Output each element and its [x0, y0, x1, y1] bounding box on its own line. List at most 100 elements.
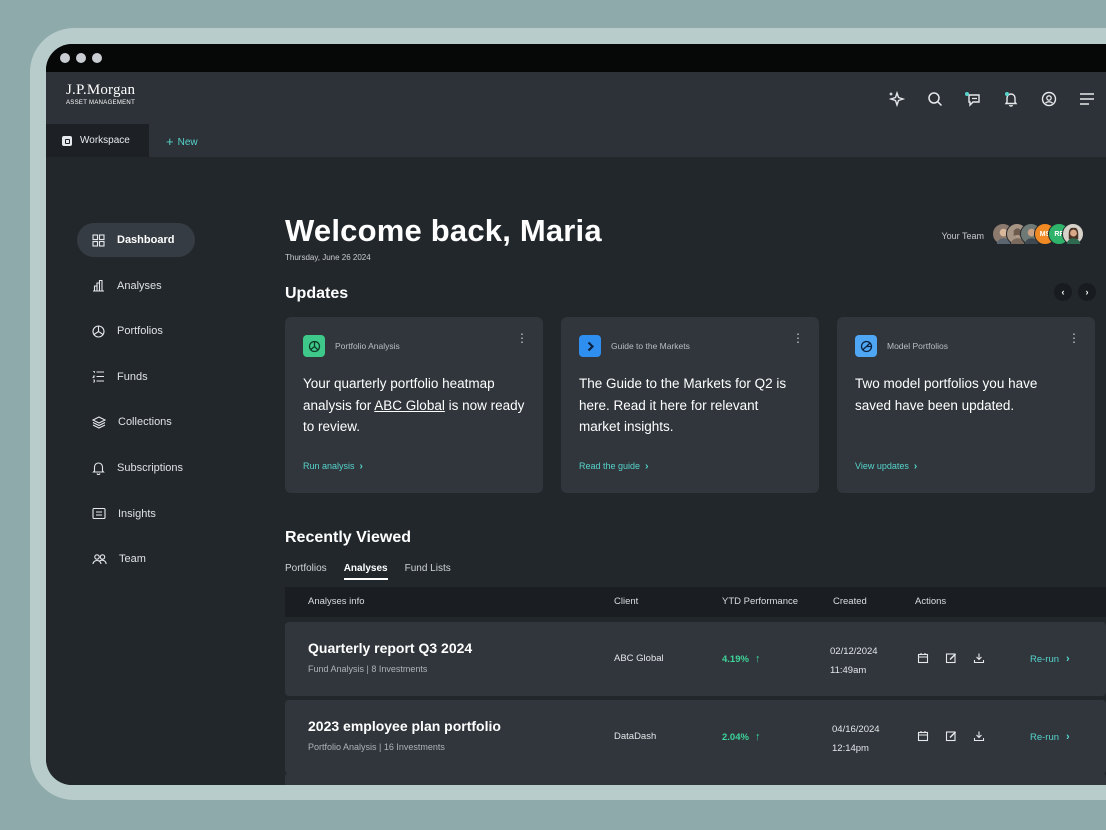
page-title: Welcome back, Maria — [285, 213, 602, 248]
sidebar-item-portfolios[interactable]: Portfolios — [77, 314, 247, 348]
analysis-title[interactable]: 2023 employee plan portfolio — [308, 718, 501, 734]
new-tab-button[interactable]: + New — [166, 134, 198, 149]
sidebar-item-dashboard[interactable]: Dashboard — [77, 223, 195, 257]
team-avatar-group[interactable]: MS RF — [992, 223, 1084, 245]
card-text: Two model portfolios you have saved have… — [855, 376, 1038, 413]
card-tag: Model Portfolios — [887, 341, 948, 351]
column-header[interactable]: Analyses info — [308, 596, 365, 607]
brand-name: J.P.Morgan — [66, 82, 136, 98]
sidebar-item-funds[interactable]: Funds — [77, 360, 247, 394]
update-card-portfolio-analysis[interactable]: Portfolio Analysis ⋮ Your quarterly port… — [285, 317, 543, 493]
row-actions — [917, 652, 985, 664]
table-row[interactable] — [285, 773, 1106, 785]
chevron-right-icon[interactable]: › — [1078, 283, 1096, 301]
card-text: Your quarterly portfolio heatmap analysi… — [303, 373, 525, 438]
created-time: 12:14pm — [832, 743, 869, 754]
arrow-up-icon: ↑ — [754, 731, 761, 743]
notification-icon[interactable] — [992, 88, 1030, 110]
table-header: Analyses info Client YTD Performance Cre… — [285, 587, 1106, 617]
tab-fund-lists[interactable]: Fund Lists — [405, 563, 451, 580]
brand-subtitle: ASSET MANAGEMENT — [66, 100, 136, 106]
sidebar-item-team[interactable]: Team — [77, 542, 247, 576]
run-analysis-link[interactable]: Run analysis › — [303, 461, 363, 472]
update-card-guide[interactable]: Guide to the Markets ⋮ The Guide to the … — [561, 317, 819, 493]
sparkle-icon[interactable] — [878, 88, 916, 110]
created-time: 11:49am — [830, 665, 867, 676]
chevron-right-icon: › — [913, 461, 918, 472]
column-header[interactable]: Client — [614, 596, 638, 607]
created-day: 02/12/2024 — [830, 646, 878, 657]
insights-icon — [92, 508, 106, 520]
sidebar-item-label: Subscriptions — [117, 461, 184, 474]
card-header: Model Portfolios — [855, 335, 1077, 357]
read-guide-link[interactable]: Read the guide › — [579, 461, 648, 472]
window-close-button[interactable] — [60, 53, 70, 63]
chevron-right-icon: › — [1066, 653, 1070, 665]
ytd-performance: 4.19% ↑ — [722, 653, 760, 665]
team-icon — [92, 553, 107, 564]
more-options-icon[interactable]: ⋮ — [516, 331, 528, 345]
update-card-model-portfolios[interactable]: Model Portfolios ⋮ Two model portfolios … — [837, 317, 1095, 493]
view-updates-link[interactable]: View updates › — [855, 461, 917, 472]
window-maximize-button[interactable] — [92, 53, 102, 63]
sidebar-item-label: Dashboard — [117, 234, 175, 246]
sidebar-item-label: Portfolios — [117, 325, 163, 338]
avatar[interactable] — [1062, 223, 1084, 245]
created-date: 02/12/2024 11:49am — [830, 642, 878, 680]
search-icon[interactable] — [916, 88, 954, 110]
window-minimize-button[interactable] — [76, 53, 86, 63]
more-options-icon[interactable]: ⋮ — [1068, 331, 1080, 345]
card-tag: Portfolio Analysis — [335, 341, 400, 351]
rerun-button[interactable]: Re-run › — [1030, 731, 1070, 743]
column-header[interactable]: YTD Performance — [722, 596, 798, 607]
sidebar-item-subscriptions[interactable]: Subscriptions — [77, 451, 247, 485]
menu-icon[interactable] — [1068, 88, 1106, 110]
column-header[interactable]: Created — [833, 596, 867, 607]
main-content: Dashboard Analyses Portfolios Funds Coll… — [46, 157, 1106, 785]
pie-chart-icon — [303, 335, 325, 357]
analysis-title[interactable]: Quarterly report Q3 2024 — [308, 640, 472, 656]
calendar-icon[interactable] — [917, 652, 929, 664]
tab-analyses[interactable]: Analyses — [343, 563, 388, 580]
chat-icon[interactable] — [954, 88, 992, 110]
tab-workspace[interactable]: Workspace — [46, 124, 149, 157]
edit-icon[interactable] — [945, 730, 957, 742]
new-tab-label: New — [177, 137, 198, 148]
table-row[interactable]: Quarterly report Q3 2024 Fund Analysis |… — [285, 622, 1106, 696]
ytd-performance: 2.04% ↑ — [722, 731, 760, 743]
rerun-label: Re-run — [1030, 732, 1060, 743]
calendar-icon[interactable] — [917, 730, 929, 742]
tab-portfolios[interactable]: Portfolios — [285, 563, 327, 580]
updates-cards: Portfolio Analysis ⋮ Your quarterly port… — [285, 317, 1095, 493]
recently-viewed-heading: Recently Viewed — [285, 529, 411, 546]
tab-workspace-label: Workspace — [80, 135, 130, 146]
ytd-value: 2.04% — [722, 732, 749, 743]
chevron-right-icon: › — [359, 461, 363, 472]
recently-viewed-tabs: Portfolios Analyses Fund Lists — [285, 563, 468, 580]
pie-chart-icon — [855, 335, 877, 357]
rerun-button[interactable]: Re-run › — [1030, 653, 1070, 665]
app-window: J.P.Morgan ASSET MANAGEMENT Workspace + … — [46, 44, 1106, 785]
workspace-tab-bar: Workspace + New — [46, 124, 1106, 157]
brand-logo[interactable]: J.P.Morgan ASSET MANAGEMENT — [66, 82, 135, 106]
client-link[interactable]: ABC Global — [374, 398, 445, 413]
download-icon[interactable] — [973, 652, 985, 664]
current-date: Thursday, June 26 2024 — [285, 253, 371, 262]
download-icon[interactable] — [973, 730, 985, 742]
sidebar-item-label: Collections — [118, 416, 172, 429]
sidebar: Dashboard Analyses Portfolios Funds Coll… — [77, 223, 247, 588]
sidebar-item-insights[interactable]: Insights — [77, 497, 247, 531]
team-label: Your Team — [941, 231, 984, 241]
chevron-left-icon[interactable]: ‹ — [1054, 283, 1072, 301]
table-row[interactable]: 2023 employee plan portfolio Portfolio A… — [285, 700, 1106, 774]
card-text: The Guide to the Markets for Q2 is here.… — [579, 376, 787, 434]
analysis-subtitle: Portfolio Analysis | 16 Investments — [308, 742, 445, 752]
edit-icon[interactable] — [945, 652, 957, 664]
top-navigation: J.P.Morgan ASSET MANAGEMENT — [46, 72, 1106, 124]
updates-heading: Updates — [285, 285, 349, 302]
sidebar-item-analyses[interactable]: Analyses — [77, 269, 247, 303]
sidebar-item-collections[interactable]: Collections — [77, 405, 247, 439]
account-icon[interactable] — [1030, 88, 1068, 110]
plus-icon: + — [166, 134, 174, 149]
more-options-icon[interactable]: ⋮ — [792, 331, 804, 345]
